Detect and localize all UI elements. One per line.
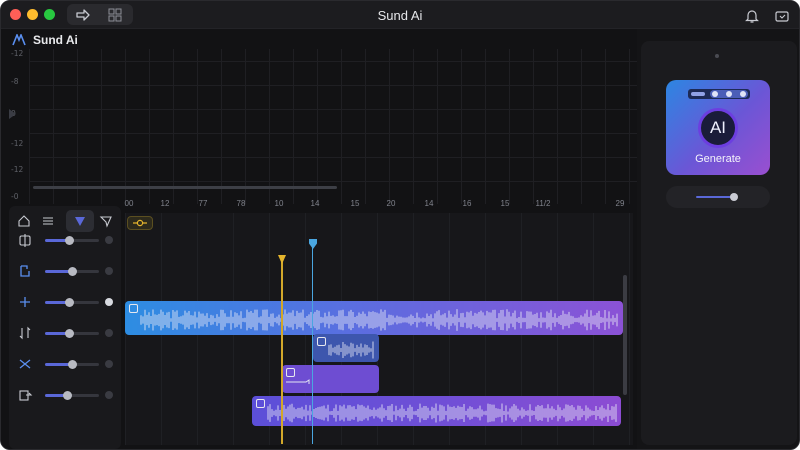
loop-icon[interactable] <box>17 263 33 279</box>
timeline-vertical-scrollbar[interactable] <box>623 275 627 395</box>
track-control-row <box>9 383 121 407</box>
ruler-tick-label: 15 <box>350 199 360 208</box>
clip-icon <box>317 337 326 346</box>
clip-waveform <box>267 403 617 423</box>
clip-automation-line <box>286 379 310 384</box>
waveform-y-axis: -12 -8 0 -12 -12 -0 <box>11 49 29 204</box>
audio-clip[interactable] <box>252 396 621 426</box>
volume-slider-knob[interactable] <box>68 267 77 276</box>
split-icon[interactable] <box>17 232 33 248</box>
play-marker-icon[interactable] <box>9 109 16 119</box>
track-controls-panel <box>9 206 121 449</box>
clip-icon <box>129 304 138 313</box>
ruler-tick-label: 00 <box>124 199 134 208</box>
ruler-tick-label: 15 <box>500 199 510 208</box>
clip-waveform <box>140 309 618 331</box>
y-axis-label: -8 <box>11 77 19 86</box>
title-bar: Sund Ai <box>1 1 799 29</box>
cursor-marker-icon[interactable] <box>309 239 317 249</box>
ruler-tick-label: 12 <box>160 199 170 208</box>
ruler-tick-label: 10 <box>274 199 284 208</box>
sort-icon[interactable] <box>17 325 33 341</box>
volume-slider-knob[interactable] <box>65 329 74 338</box>
track-toggle-dot[interactable] <box>105 329 113 337</box>
y-axis-label: -12 <box>11 165 24 174</box>
generate-label: Generate <box>695 153 741 165</box>
generate-panel: AI Generate <box>641 41 797 445</box>
ruler-tick-label: 29 <box>615 199 625 208</box>
ruler-tick-label: 14 <box>310 199 320 208</box>
track-control-row <box>9 290 121 314</box>
track-toggle-dot[interactable] <box>105 298 113 306</box>
volume-slider-knob[interactable] <box>65 298 74 307</box>
export-icon[interactable] <box>17 387 33 403</box>
folder-icon[interactable] <box>774 8 790 24</box>
loop-toggle-icon[interactable] <box>127 216 153 230</box>
clip-icon <box>256 399 265 408</box>
waveform-graphic <box>36 69 633 202</box>
track-toggle-dot[interactable] <box>105 267 113 275</box>
ai-badge-text: AI <box>709 118 727 137</box>
timeline[interactable] <box>125 213 633 445</box>
track-control-row <box>9 352 121 376</box>
audio-clip[interactable] <box>125 301 623 335</box>
app-name: Sund Ai <box>33 33 78 47</box>
y-axis-label: -12 <box>11 49 24 58</box>
waveform-scrollbar[interactable] <box>33 186 337 189</box>
ai-badge: AI <box>698 108 738 148</box>
volume-slider-knob[interactable] <box>68 360 77 369</box>
audio-clip[interactable] <box>313 334 379 362</box>
ruler-tick-label: 77 <box>198 199 208 208</box>
track-control-row <box>9 228 121 252</box>
timeline-ruler[interactable]: 00 12 77 78 10 14 15 20 14 16 15 11/2 29 <box>125 199 633 213</box>
generate-strength-slider[interactable] <box>666 186 770 208</box>
ruler-tick-label: 78 <box>236 199 246 208</box>
track-control-row <box>9 259 121 283</box>
volume-slider-knob[interactable] <box>63 391 72 400</box>
y-axis-label: -12 <box>11 139 24 148</box>
y-axis-label: -0 <box>11 192 19 201</box>
track-toggle-dot[interactable] <box>105 360 113 368</box>
window-title: Sund Ai <box>377 8 423 23</box>
ruler-tick-label: 16 <box>462 199 472 208</box>
editor-area: Sund Ai -12 -8 0 -12 -12 -0 00 12 77 78 … <box>1 29 637 449</box>
track-toggle-dot[interactable] <box>105 391 113 399</box>
shuffle-icon[interactable] <box>17 356 33 372</box>
playhead-marker-icon[interactable] <box>278 255 286 264</box>
cursor-line[interactable] <box>312 243 313 444</box>
volume-slider-knob[interactable] <box>65 236 74 245</box>
slider-knob[interactable] <box>730 193 738 201</box>
volume-slider-track[interactable] <box>69 394 99 397</box>
app-brand: Sund Ai <box>12 33 78 47</box>
generate-button[interactable]: AI Generate <box>666 80 770 175</box>
ruler-tick-label: 20 <box>386 199 396 208</box>
track-toggle-dot[interactable] <box>105 236 113 244</box>
ruler-tick-label: 11/2 <box>535 199 551 208</box>
bell-icon[interactable] <box>744 8 760 24</box>
plus-icon[interactable] <box>17 294 33 310</box>
generate-mode-toggle[interactable] <box>688 89 750 99</box>
master-waveform[interactable] <box>29 49 637 204</box>
playhead-line[interactable] <box>281 256 283 444</box>
app-logo-icon <box>12 34 26 46</box>
app-window: Sund Ai Sund Ai -12 -8 0 -12 -12 -0 00 1… <box>0 0 800 450</box>
audio-clip[interactable] <box>282 365 379 393</box>
track-control-row <box>9 321 121 345</box>
panel-indicator-dot <box>715 54 719 58</box>
ruler-tick-label: 14 <box>424 199 434 208</box>
